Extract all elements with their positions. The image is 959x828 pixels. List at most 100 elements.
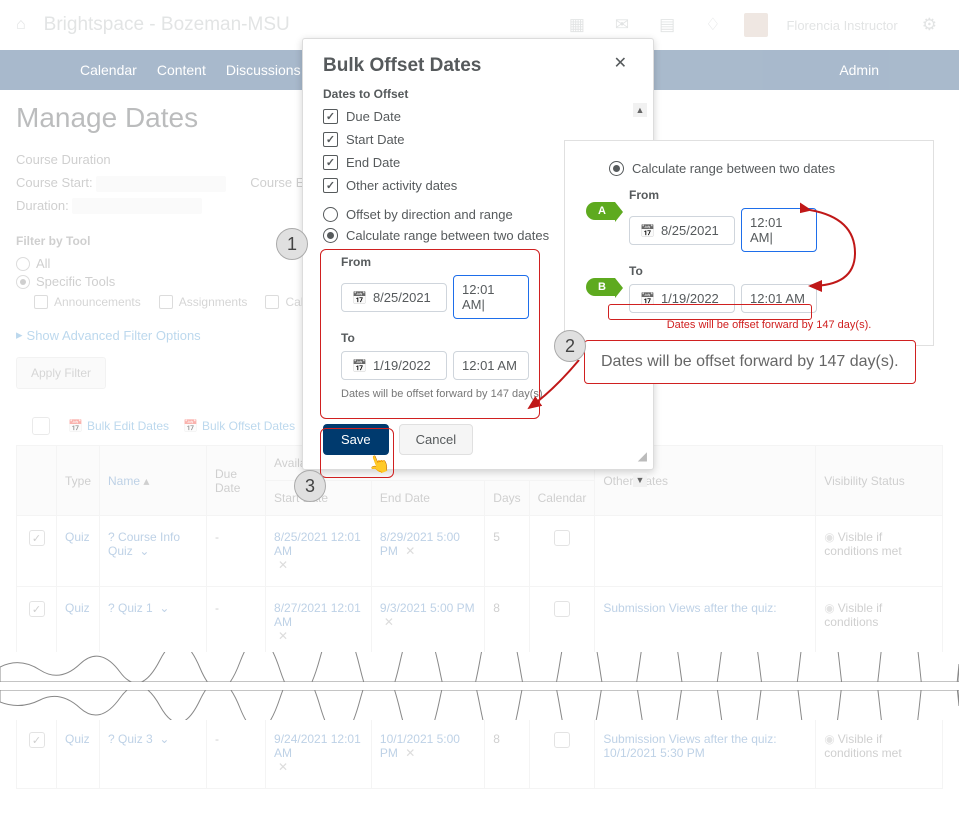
row-other[interactable]: Submission Views after the quiz:	[603, 601, 776, 615]
scroll-down-icon[interactable]: ▼	[633, 473, 647, 487]
step-3: 3	[294, 470, 326, 502]
end-date-check[interactable]	[323, 155, 338, 170]
remove-icon[interactable]: ✕	[405, 544, 415, 558]
row-start[interactable]: 8/27/2021 12:01 AM	[274, 601, 361, 629]
row-end[interactable]: 9/3/2021 5:00 PM	[380, 601, 475, 615]
row-calendar-check[interactable]	[554, 601, 570, 617]
callout-radio[interactable]	[609, 161, 624, 176]
cancel-button[interactable]: Cancel	[399, 424, 473, 455]
home-icon[interactable]: ⌂	[16, 16, 26, 34]
bulk-edit-link[interactable]: 📅 Bulk Edit Dates	[68, 419, 169, 433]
row-end[interactable]: 10/1/2021 5:00 PM	[380, 732, 460, 760]
tool-assignments-check[interactable]	[159, 295, 173, 309]
tool-calendar-check[interactable]	[265, 295, 279, 309]
to-date-input[interactable]: 1/19/2022	[341, 351, 447, 380]
dates-table: Type Name ▴ Due Date Availability Other …	[16, 445, 943, 789]
course-start-label: Course Start:	[16, 175, 93, 190]
row-end[interactable]: 8/29/2021 5:00 PM	[380, 530, 460, 558]
row-type[interactable]: Quiz	[65, 732, 90, 746]
tag-b: B	[586, 278, 615, 296]
callout-to-date[interactable]: 1/19/2022	[629, 284, 735, 313]
row-start[interactable]: 8/25/2021 12:01 AM	[274, 530, 361, 558]
offset-direction-radio[interactable]	[323, 207, 338, 222]
row-type[interactable]: Quiz	[65, 530, 90, 544]
col-calendar: Calendar	[529, 481, 595, 516]
bell-icon[interactable]: ♢	[705, 15, 720, 35]
username[interactable]: Florencia Instructor	[786, 18, 897, 33]
select-all-check[interactable]	[32, 417, 50, 435]
nav-content[interactable]: Content	[157, 62, 206, 78]
remove-icon[interactable]: ✕	[384, 615, 394, 629]
due-date-check[interactable]	[323, 109, 338, 124]
nav-admin[interactable]: Admin	[839, 62, 879, 78]
tag-a: A	[586, 202, 615, 220]
col-vis: Visibility Status	[816, 446, 943, 516]
row-vis: ◉Visible if conditions met	[816, 718, 943, 789]
row-calendar-check[interactable]	[554, 732, 570, 748]
chat-icon[interactable]: ▤	[659, 15, 675, 35]
brand-title: Brightspace - Bozeman-MSU	[44, 14, 290, 36]
nav-discussions[interactable]: Discussions	[226, 62, 301, 78]
modal-title: Bulk Offset Dates	[323, 55, 633, 77]
callout-from-date[interactable]: 8/25/2021	[629, 216, 735, 245]
row-other[interactable]: Submission Views after the quiz: 10/1/20…	[603, 732, 776, 760]
remove-icon[interactable]: ✕	[405, 746, 415, 760]
row-start[interactable]: 9/24/2021 12:01 AM	[274, 732, 361, 760]
row-calendar-check[interactable]	[554, 530, 570, 546]
row-vis: ◉Visible if conditions	[816, 587, 943, 658]
from-time-input[interactable]: 12:01 AM|	[453, 275, 529, 319]
callout-panel: Calculate range between two dates From 8…	[564, 140, 934, 346]
eye-icon: ◉	[824, 732, 834, 746]
col-due[interactable]: Due Date	[207, 446, 266, 516]
row-check[interactable]	[29, 530, 45, 546]
row-due: -	[207, 516, 266, 587]
to-time-input[interactable]: 12:01 AM	[453, 351, 529, 380]
col-name[interactable]: Name ▴	[108, 474, 149, 488]
row-name[interactable]: ? Quiz 1 ⌄	[108, 601, 169, 615]
nav-calendar[interactable]: Calendar	[80, 62, 137, 78]
step-1: 1	[276, 228, 308, 260]
row-due: -	[207, 587, 266, 658]
resize-grip-icon[interactable]: ◢	[638, 449, 647, 463]
from-date-input[interactable]: 8/25/2021	[341, 283, 447, 312]
table-row: Quiz ? Quiz 1 ⌄ - 8/27/2021 12:01 AM✕ 9/…	[17, 587, 943, 658]
start-date-check[interactable]	[323, 132, 338, 147]
bulk-offset-link[interactable]: 📅 Bulk Offset Dates	[183, 419, 295, 433]
tool-announcements-check[interactable]	[34, 295, 48, 309]
callout-message: Dates will be offset forward by 147 day(…	[584, 340, 916, 384]
filter-all-radio[interactable]	[16, 257, 30, 271]
row-days: 8	[485, 587, 529, 658]
row-check[interactable]	[29, 601, 45, 617]
calculate-range-radio[interactable]	[323, 228, 338, 243]
row-name[interactable]: ? Course Info Quiz ⌄	[108, 530, 180, 558]
calendar-icon	[640, 291, 655, 306]
col-end[interactable]: End Date	[371, 481, 484, 516]
step-2: 2	[554, 330, 586, 362]
row-vis: ◉Visible if conditions met	[816, 516, 943, 587]
other-dates-check[interactable]	[323, 178, 338, 193]
calendar-icon	[352, 358, 367, 373]
arrow-curve	[800, 198, 870, 298]
callout-from-label: From	[629, 188, 919, 202]
table-row: Quiz ? Quiz 3 ⌄ - 9/24/2021 12:01 AM✕ 10…	[17, 718, 943, 789]
row-type[interactable]: Quiz	[65, 601, 90, 615]
avatar[interactable]	[744, 13, 768, 37]
remove-icon[interactable]: ✕	[278, 558, 288, 572]
scroll-up-icon[interactable]: ▲	[633, 103, 647, 117]
calendar-icon	[352, 290, 367, 305]
apps-icon[interactable]: ▦	[569, 15, 585, 35]
row-days: 5	[485, 516, 529, 587]
arrow-step2	[524, 360, 584, 420]
row-name[interactable]: ? Quiz 3 ⌄	[108, 732, 169, 746]
save-button[interactable]: Save	[323, 424, 389, 455]
row-check[interactable]	[29, 732, 45, 748]
gear-icon[interactable]: ⚙	[922, 15, 937, 35]
col-type[interactable]: Type	[57, 446, 100, 516]
remove-icon[interactable]: ✕	[278, 629, 288, 643]
offset-hint: Dates will be offset forward by 147 day(…	[341, 388, 633, 400]
apply-filter-button[interactable]: Apply Filter	[16, 357, 106, 389]
remove-icon[interactable]: ✕	[278, 760, 288, 774]
close-icon[interactable]: ✕	[614, 53, 627, 73]
mail-icon[interactable]: ✉	[615, 15, 629, 35]
filter-specific-radio[interactable]	[16, 275, 30, 289]
